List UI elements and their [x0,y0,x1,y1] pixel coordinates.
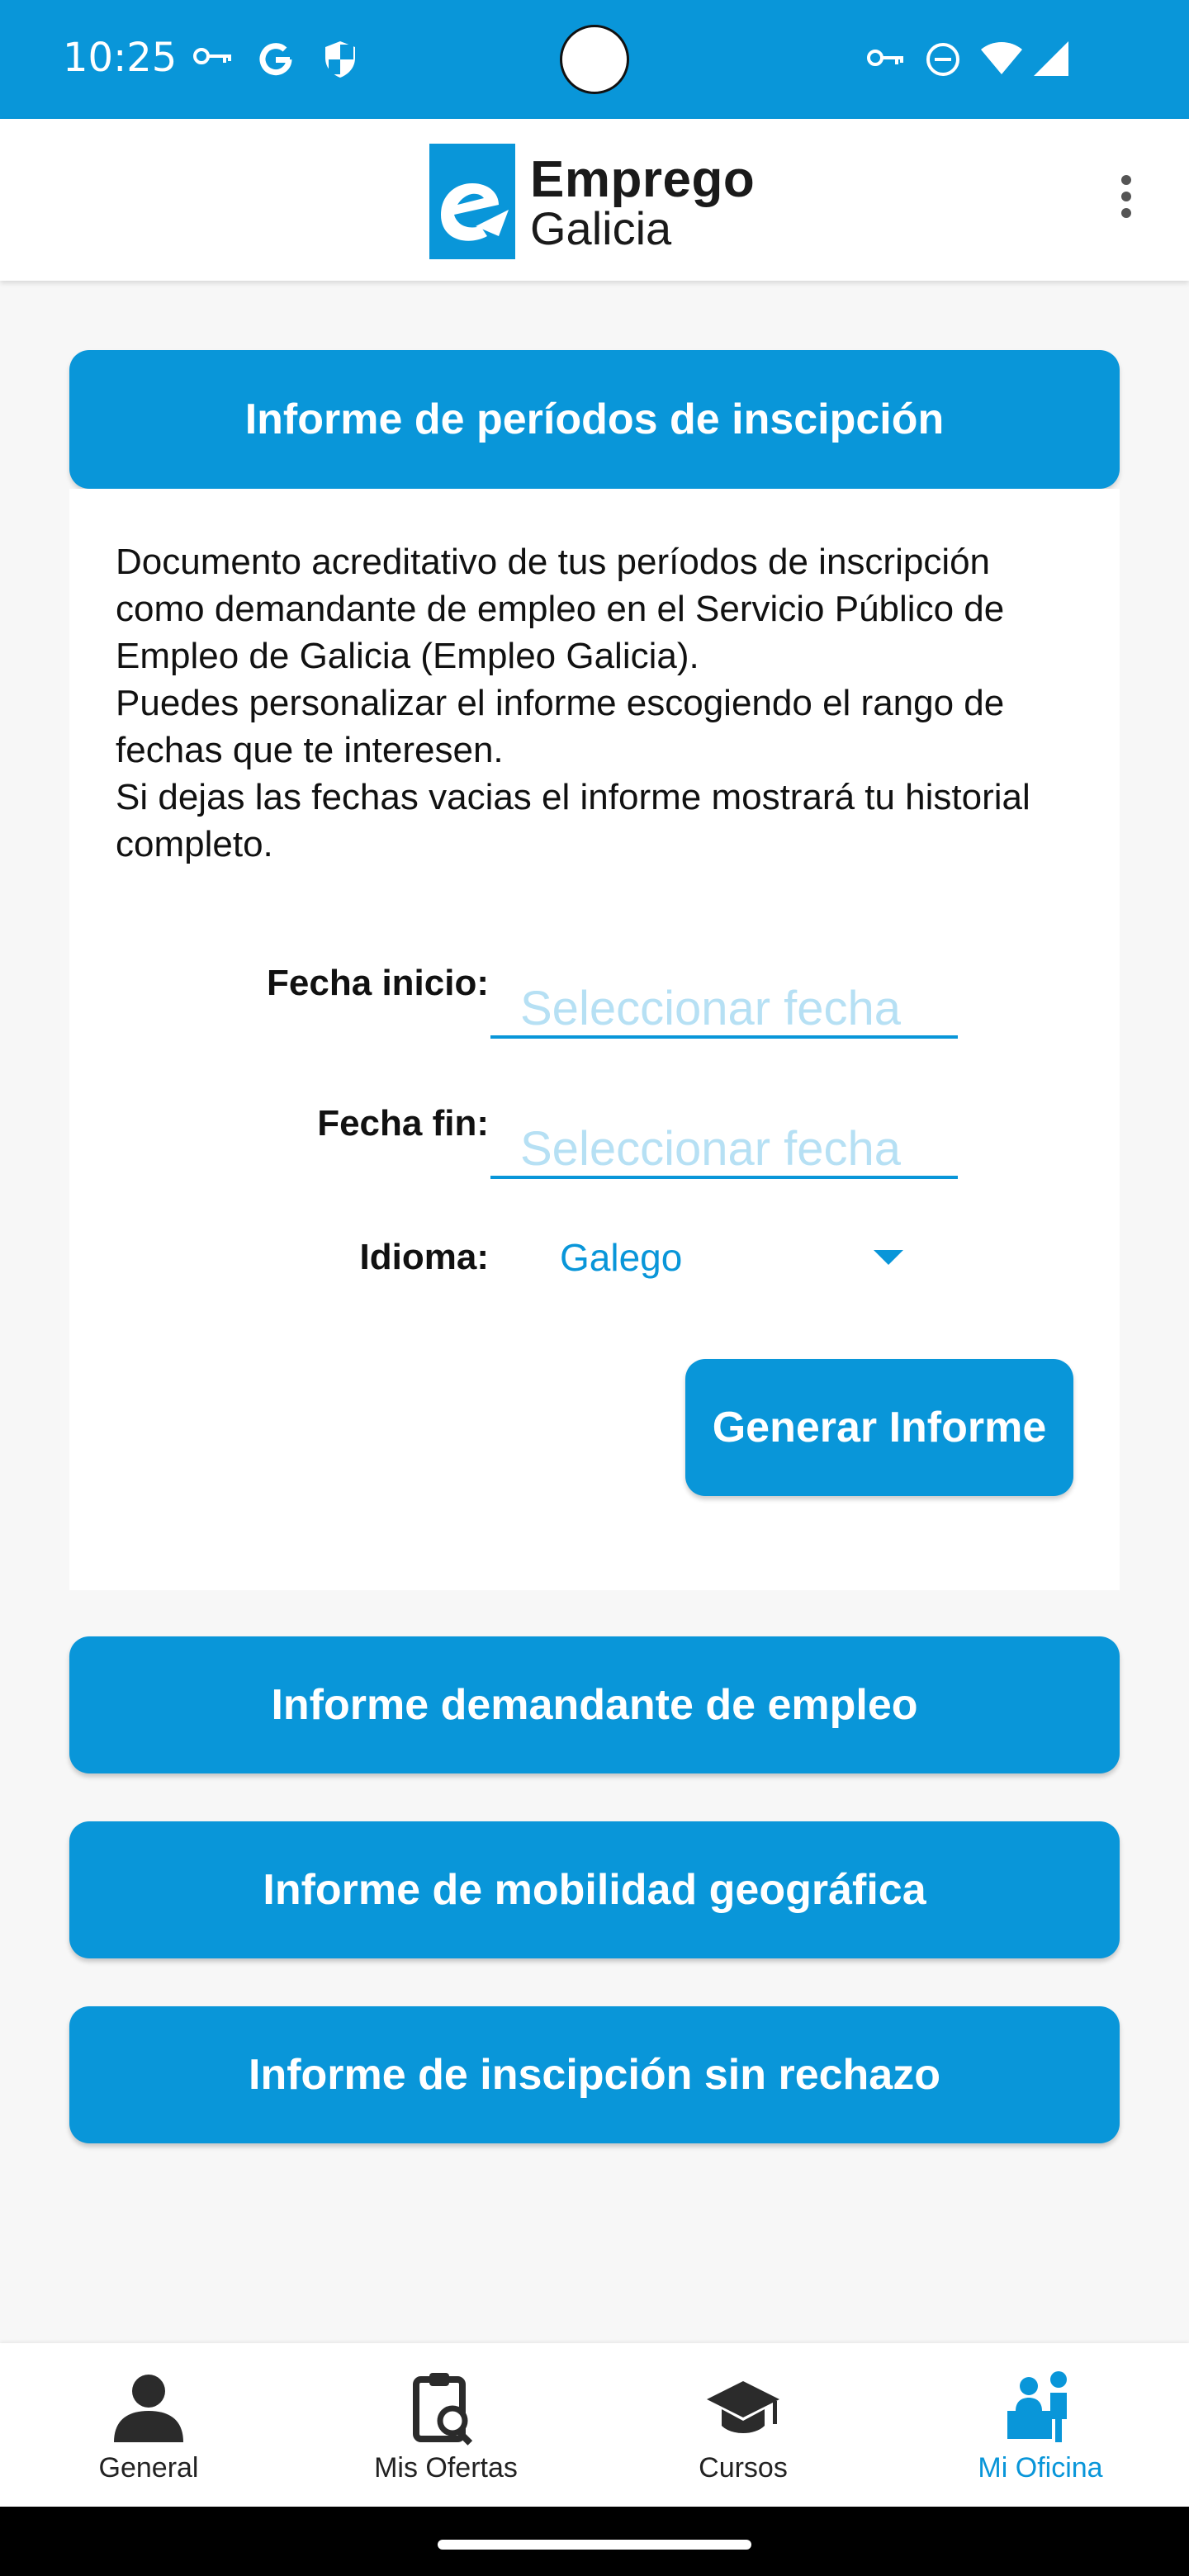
home-gesture-pill[interactable] [438,2540,751,2550]
nav-mi-oficina-label: Mi Oficina [978,2452,1103,2484]
person-icon [114,2375,183,2442]
vpn-key-icon [867,50,903,66]
nav-mi-oficina[interactable]: Mi Oficina [892,2343,1189,2507]
office-desk-icon [1007,2371,1067,2442]
shield-icon [325,41,355,78]
more-options-icon[interactable] [1110,168,1143,231]
description-line: Puedes personalizar el informe escogiend… [116,683,1005,770]
description-line: Documento acreditativo de tus períodos d… [116,542,1005,676]
description-line: Si dejas las fechas vacias el informe mo… [116,777,1030,864]
nav-general[interactable]: General [0,2343,297,2507]
status-time: 10:25 [63,35,178,81]
google-icon [259,43,292,76]
clipboard-search-icon [413,2373,473,2446]
wifi-icon [981,42,1022,74]
dropdown-arrow-icon[interactable] [874,1250,903,1265]
language-select[interactable]: Galego [560,1235,682,1280]
report-sin-rechazo-button[interactable]: Informe de inscipción sin rechazo [69,2006,1120,2143]
do-not-disturb-icon [926,43,959,76]
report-demandante-button[interactable]: Informe demandante de empleo [69,1636,1120,1773]
start-date-input[interactable] [490,981,958,1039]
nav-general-label: General [98,2452,199,2484]
card-title[interactable]: Informe de períodos de inscipción [69,350,1120,489]
generate-report-button[interactable]: Generar Informe [685,1359,1073,1496]
end-date-input[interactable] [490,1121,958,1179]
nav-cursos[interactable]: Cursos [594,2343,892,2507]
report-mobilidade-button[interactable]: Informe de mobilidad geográfica [69,1821,1120,1958]
language-label: Idioma: [359,1237,489,1277]
end-date-label: Fecha fin: [317,1103,489,1144]
status-bar: 10:25 [0,0,1189,119]
app-bar: Emprego Galicia [0,119,1189,281]
card-description: Documento acreditativo de tus períodos d… [116,538,1065,868]
signal-icon [1034,41,1068,76]
brand-region: Galicia [530,202,672,254]
emprego-logo-icon [429,144,515,259]
nav-mis-ofertas[interactable]: Mis Ofertas [297,2343,594,2507]
nav-mis-ofertas-label: Mis Ofertas [374,2452,518,2484]
brand-name: Emprego [530,151,756,208]
camera-cutout [560,25,629,94]
start-date-label: Fecha inicio: [267,963,489,1003]
nav-cursos-label: Cursos [699,2452,788,2484]
key-icon [193,48,231,64]
graduation-cap-icon [707,2381,779,2433]
bottom-navigation: General Mis Ofertas Cursos Mi Oficina [0,2343,1189,2507]
